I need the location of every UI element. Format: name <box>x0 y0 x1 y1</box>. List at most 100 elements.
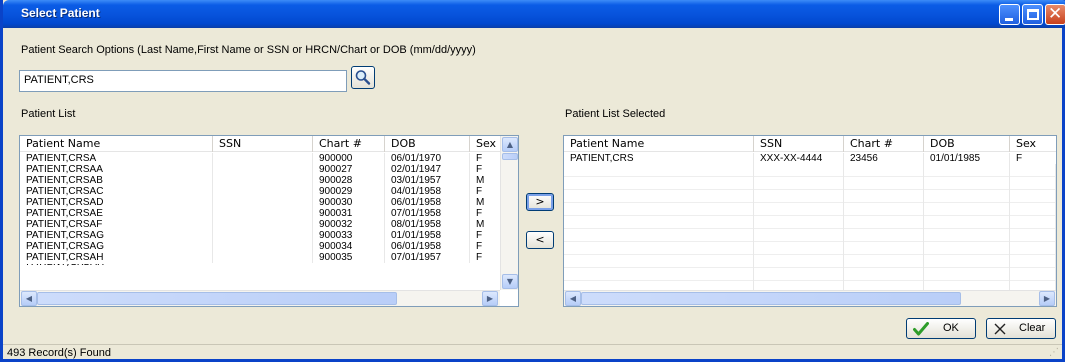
table-row[interactable]: PATIENT,CRSAC 900029 04/01/1958 F <box>20 186 500 197</box>
table-row[interactable]: PATIENT,CRSAG 900034 06/01/1958 F <box>20 241 500 252</box>
column-header-ssn[interactable]: SSN <box>213 136 313 152</box>
table-cell <box>213 164 313 175</box>
selected-list-grid[interactable]: Patient Name SSN Chart # DOB Sex PATIENT… <box>563 135 1057 307</box>
table-row[interactable]: PATIENT,CRSA 900000 06/01/1970 F <box>20 153 500 164</box>
table-cell <box>213 241 313 252</box>
empty-cell <box>754 229 844 242</box>
table-cell: F <box>476 241 483 252</box>
table-row[interactable]: PATIENT,CRS XXX-XX-4444 23456 01/01/1985 F <box>564 153 1056 164</box>
scroll-down-button[interactable]: ▼ <box>502 274 518 289</box>
table-cell <box>213 186 313 197</box>
empty-row <box>564 164 1056 177</box>
table-cell: F <box>1016 153 1023 164</box>
close-button[interactable]: ✕ <box>1045 4 1065 25</box>
scroll-left-button[interactable]: ◀ <box>565 291 581 306</box>
table-row[interactable]: PATIENT,CRSAG 900033 01/01/1958 F <box>20 230 500 241</box>
table-cell <box>213 175 313 186</box>
resize-grip-icon[interactable]: ⋰ <box>1049 347 1059 358</box>
table-cell: 900028 <box>313 175 385 186</box>
empty-cell <box>924 203 1010 216</box>
scroll-left-button[interactable]: ◀ <box>21 291 37 306</box>
patient-list-vertical-scrollbar[interactable]: ▲ ▼ <box>500 136 518 290</box>
remove-selected-button[interactable]: < <box>526 231 554 249</box>
empty-cell <box>924 268 1010 281</box>
column-header-sex[interactable]: Sex <box>1010 136 1056 152</box>
table-cell: PATIENT,CRSAB <box>20 175 213 186</box>
clear-button[interactable]: Clear <box>986 318 1056 339</box>
title-bar[interactable]: Select Patient ✕ <box>3 0 1065 28</box>
empty-cell <box>1010 177 1056 190</box>
column-header-chart[interactable]: Chart # <box>313 136 385 152</box>
table-cell: F <box>476 230 483 241</box>
table-cell: 900027 <box>313 164 385 175</box>
table-cell: PATIENT,CRS <box>564 153 754 164</box>
empty-cell <box>924 190 1010 203</box>
selected-list-horizontal-scrollbar[interactable]: ◀ ▶ <box>564 290 1056 306</box>
maximize-button[interactable] <box>1022 4 1043 25</box>
empty-cell <box>564 255 754 268</box>
empty-cell <box>1010 164 1056 177</box>
table-cell <box>213 208 313 219</box>
empty-row <box>564 203 1056 216</box>
table-row[interactable]: PATIENT,CRSAH 900035 07/01/1957 F <box>20 252 500 263</box>
table-cell: 06/01/1970 <box>385 153 470 164</box>
scroll-right-button[interactable]: ▶ <box>482 291 498 306</box>
status-bar: 493 Record(s) Found ⋰ <box>3 344 1062 359</box>
table-cell: 04/01/1958 <box>385 186 470 197</box>
column-header-patient-name[interactable]: Patient Name <box>20 136 213 152</box>
scroll-right-button[interactable]: ▶ <box>1039 291 1055 306</box>
empty-cell <box>564 190 754 203</box>
empty-cell <box>924 164 1010 177</box>
patient-list-grid[interactable]: Patient Name SSN Chart # DOB Sex PATIENT… <box>19 135 519 307</box>
vertical-scroll-thumb[interactable] <box>502 153 518 160</box>
table-cell: M <box>476 197 485 208</box>
table-cell: 03/01/1957 <box>385 175 470 186</box>
table-cell: PATIENT,CRSAG <box>20 230 213 241</box>
table-cell: 900030 <box>313 197 385 208</box>
minimize-icon <box>1005 18 1013 21</box>
table-cell: 06/01/1958 <box>385 241 470 252</box>
column-header-patient-name[interactable]: Patient Name <box>564 136 754 152</box>
patient-list-header: Patient Name SSN Chart # DOB Sex <box>20 136 500 152</box>
empty-row <box>564 190 1056 203</box>
empty-row <box>564 268 1056 281</box>
table-row[interactable]: PATIENT,CRSAD 900030 06/01/1958 M <box>20 197 500 208</box>
empty-cell <box>844 229 924 242</box>
column-header-chart[interactable]: Chart # <box>844 136 924 152</box>
table-cell <box>213 219 313 230</box>
empty-cell <box>1010 216 1056 229</box>
empty-cell <box>844 164 924 177</box>
horizontal-scroll-thumb[interactable] <box>581 292 961 305</box>
table-row[interactable]: PATIENT,CRSAB 900028 03/01/1957 M <box>20 175 500 186</box>
empty-cell <box>564 203 754 216</box>
table-cell: F <box>476 186 483 197</box>
minimize-button[interactable] <box>999 4 1020 25</box>
table-row[interactable]: PATIENT,CRSAE 900031 07/01/1958 F <box>20 208 500 219</box>
table-cell: F <box>476 208 483 219</box>
column-header-dob[interactable]: DOB <box>924 136 1010 152</box>
ok-button[interactable]: OK <box>906 318 976 339</box>
table-row[interactable]: PATIENT,CRSAF 900032 08/01/1958 M <box>20 219 500 230</box>
search-input[interactable]: PATIENT,CRS <box>19 70 347 92</box>
empty-cell <box>754 242 844 255</box>
column-header-dob[interactable]: DOB <box>385 136 470 152</box>
table-cell: XXX-XX-4444 <box>754 153 844 164</box>
add-selected-button[interactable]: > <box>526 193 554 211</box>
table-cell: M <box>476 175 485 186</box>
patient-list-horizontal-scrollbar[interactable]: ◀ ▶ <box>20 290 500 306</box>
table-cell: PATIENT,CRSAD <box>20 197 213 208</box>
column-header-sex[interactable]: Sex <box>470 136 500 152</box>
table-cell: 900034 <box>313 241 385 252</box>
empty-cell <box>1010 242 1056 255</box>
column-header-ssn[interactable]: SSN <box>754 136 844 152</box>
table-cell: 900033 <box>313 230 385 241</box>
scroll-up-button[interactable]: ▲ <box>502 137 518 152</box>
clear-label: Clear <box>1019 322 1046 334</box>
search-button[interactable] <box>351 66 375 89</box>
table-row[interactable]: PATIENT,CRSAA 900027 02/01/1947 F <box>20 164 500 175</box>
table-cell: 23456 <box>844 153 924 164</box>
empty-cell <box>1010 255 1056 268</box>
empty-cell <box>564 242 754 255</box>
horizontal-scroll-thumb[interactable] <box>37 292 397 305</box>
table-cell: 900035 <box>313 252 385 263</box>
